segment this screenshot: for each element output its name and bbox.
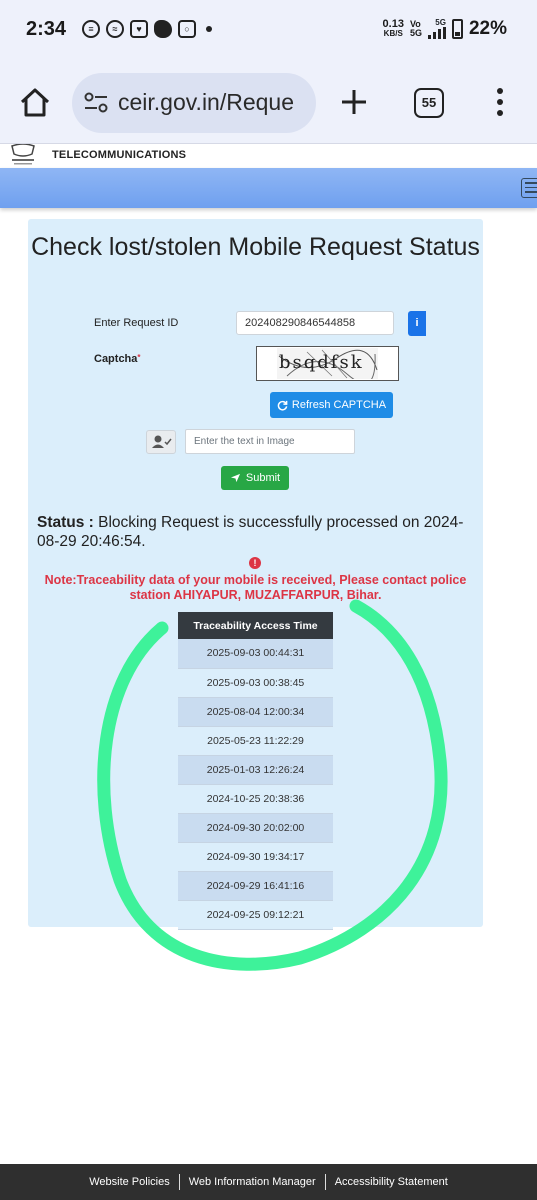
more-options-icon[interactable] <box>496 88 504 118</box>
footer-link-website-policies[interactable]: Website Policies <box>80 1176 179 1188</box>
battery-icon <box>451 19 463 39</box>
user-check-icon <box>146 430 176 454</box>
status-card: Check lost/stolen Mobile Request Status … <box>28 219 483 930</box>
refresh-captcha-label: Refresh CAPTCHA <box>291 399 387 411</box>
address-bar[interactable]: ceir.gov.in/Reque <box>72 73 316 133</box>
national-emblem-icon <box>11 144 35 165</box>
new-tab-icon[interactable] <box>340 88 368 116</box>
status-time: 2:34 <box>26 18 67 40</box>
captcha-frame: bsqdfsk <box>256 346 399 381</box>
alert-icon: ! <box>249 557 261 569</box>
table-row: 2025-09-03 00:44:31 <box>178 639 333 669</box>
table-row: 2024-09-25 09:12:21 <box>178 900 333 930</box>
submit-button[interactable]: Submit <box>221 466 289 490</box>
table-row: 2025-08-04 12:00:34 <box>178 697 333 727</box>
refresh-captcha-button[interactable]: Refresh CAPTCHA <box>270 392 393 418</box>
captcha-label: Captcha* <box>94 353 141 365</box>
captcha-input[interactable]: Enter the text in Image <box>185 429 355 454</box>
site-footer: Website Policies Web Information Manager… <box>0 1164 537 1200</box>
volte-indicator: Vo 5G <box>409 19 422 38</box>
table-row: 2024-09-30 19:34:17 <box>178 842 333 872</box>
browser-toolbar: ceir.gov.in/Reque 55 <box>0 64 537 144</box>
send-icon <box>230 473 240 483</box>
submit-label: Submit <box>245 472 281 484</box>
table-row: 2025-09-03 00:38:45 <box>178 668 333 698</box>
notification-app-icon: ≡ <box>82 20 100 38</box>
instagram-icon: ○ <box>178 20 196 38</box>
footer-link-web-information-manager[interactable]: Web Information Manager <box>180 1176 325 1188</box>
nav-bar <box>0 168 537 208</box>
notification-icons: ≡ ≈ ♥ ○ <box>82 20 212 38</box>
url-text[interactable]: ceir.gov.in/Reque <box>118 89 294 116</box>
status-bar: 2:34 ≡ ≈ ♥ ○ 0.13 KB/S Vo 5G 5G 22% <box>0 0 537 64</box>
notification-app-icon <box>154 20 172 38</box>
shield-icon: ♥ <box>130 20 148 38</box>
site-settings-icon[interactable] <box>84 92 108 114</box>
captcha-image: bsqdfsk <box>277 348 378 379</box>
notification-app-icon: ≈ <box>106 20 124 38</box>
home-icon[interactable] <box>18 86 52 120</box>
request-id-label: Enter Request ID <box>94 317 179 329</box>
site-header: TELECOMMUNICATIONS <box>0 144 537 168</box>
signal-icon <box>427 27 446 39</box>
table-row: 2024-09-29 16:41:16 <box>178 871 333 901</box>
traceability-table: Traceability Access Time 2025-09-03 00:4… <box>178 612 333 930</box>
hamburger-menu-icon[interactable] <box>521 178 537 198</box>
footer-link-accessibility-statement[interactable]: Accessibility Statement <box>326 1176 457 1188</box>
network-speed: 0.13 KB/S <box>382 18 404 39</box>
traceability-note: Note:Traceability data of your mobile is… <box>44 573 467 602</box>
status-right: 0.13 KB/S Vo 5G 5G 22% <box>383 18 507 40</box>
battery-percent: 22% <box>468 18 507 39</box>
org-name: TELECOMMUNICATIONS <box>52 149 187 161</box>
info-icon: i <box>415 317 419 329</box>
signal-indicator: 5G <box>427 18 446 39</box>
status-message: Status : Blocking Request is successfull… <box>37 514 464 550</box>
table-row: 2025-05-23 11:22:29 <box>178 726 333 756</box>
table-row: 2024-10-25 20:38:36 <box>178 784 333 814</box>
table-header: Traceability Access Time <box>178 612 333 639</box>
more-notifications-dot-icon <box>206 26 212 32</box>
table-row: 2024-09-30 20:02:00 <box>178 813 333 843</box>
page-title: Check lost/stolen Mobile Request Status <box>31 233 480 261</box>
request-id-input[interactable]: 202408290846544858 <box>236 311 394 335</box>
captcha-image-text: bsqdfsk <box>279 352 364 373</box>
table-row: 2025-01-03 12:26:24 <box>178 755 333 785</box>
tab-switcher-button[interactable]: 55 <box>414 88 444 118</box>
refresh-icon <box>277 400 288 410</box>
network-type: 5G <box>435 18 446 27</box>
info-button[interactable]: i <box>408 311 426 336</box>
